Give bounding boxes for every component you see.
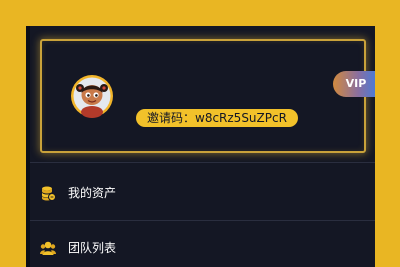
divider [30, 162, 375, 163]
menu-item-label: 团队列表 [68, 241, 117, 255]
mine-page-panel: 邀请码：w8cRz5SuZPcR VIP 我的资产 团队列表 [26, 26, 375, 267]
menu-item-label: 我的资产 [68, 186, 117, 200]
team-icon [40, 241, 56, 255]
avatar[interactable] [70, 74, 114, 118]
coin-stack-icon [42, 186, 56, 201]
menu-item-team-list[interactable]: 团队列表 [30, 221, 375, 267]
invite-code-badge[interactable]: 邀请码：w8cRz5SuZPcR [136, 109, 298, 127]
vip-badge[interactable]: VIP [333, 71, 375, 97]
menu-item-my-assets[interactable]: 我的资产 [30, 166, 375, 220]
profile-card: 邀请码：w8cRz5SuZPcR VIP [40, 39, 375, 153]
